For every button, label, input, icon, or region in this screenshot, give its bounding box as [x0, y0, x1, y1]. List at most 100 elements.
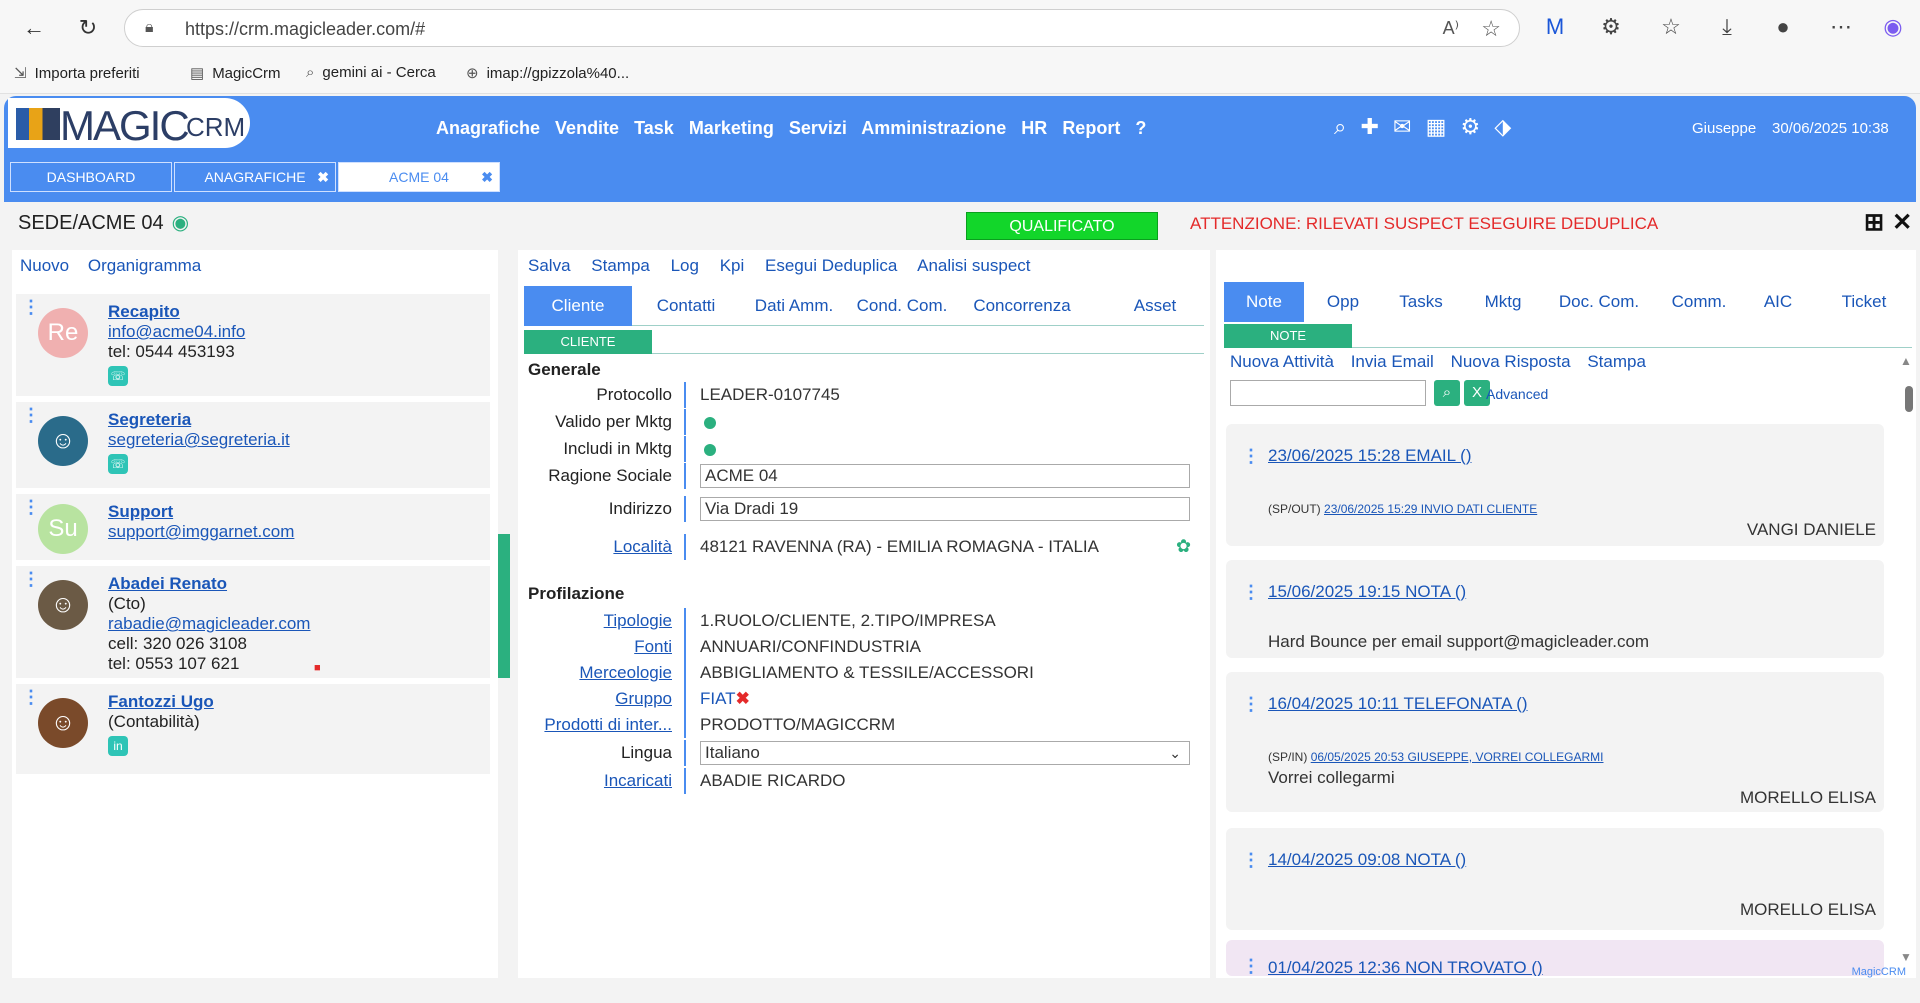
address-bar[interactable]: 🔒︎ https://crm.magicleader.com/# A⁾ ☆ [124, 9, 1520, 47]
nuovo-link[interactable]: Nuovo [20, 256, 69, 275]
menu-marketing[interactable]: Marketing [689, 118, 774, 138]
contact-email[interactable]: rabadie@magicleader.com [108, 614, 310, 634]
advanced-search-link[interactable]: Advanced [1486, 386, 1548, 402]
expand-icon[interactable]: ⊞ [1864, 209, 1884, 236]
tab-dati-amm[interactable]: Dati Amm. [742, 286, 846, 326]
tab-acme-04[interactable]: ACME 04 ✖ [338, 162, 500, 192]
menu-anagrafiche[interactable]: Anagrafiche [436, 118, 540, 138]
tab-cond-com[interactable]: Cond. Com. [848, 286, 956, 326]
contact-name[interactable]: Fantozzi Ugo [108, 692, 214, 712]
tipologie-link[interactable]: Tipologie [524, 611, 672, 631]
tab-mktg[interactable]: Mktg [1468, 282, 1538, 322]
status-dot-icon[interactable] [704, 417, 716, 429]
activity-title[interactable]: 01/04/2025 12:36 NON TROVATO () [1268, 958, 1543, 976]
tab-asset[interactable]: Asset [1120, 286, 1190, 326]
refresh-icon[interactable]: ↻ [74, 14, 102, 42]
back-icon[interactable]: ← [20, 14, 48, 42]
kebab-menu-icon[interactable]: ⋮ [1242, 446, 1260, 467]
gruppo-value-link[interactable]: FIAT [700, 689, 736, 708]
activity-title[interactable]: 14/04/2025 09:08 NOTA () [1268, 850, 1466, 870]
stampa-link[interactable]: Stampa [1587, 352, 1646, 371]
menu-amministrazione[interactable]: Amministrazione [861, 118, 1006, 138]
close-icon[interactable]: ✕ [1892, 209, 1912, 236]
linkedin-icon[interactable]: in [108, 736, 128, 756]
copilot-icon[interactable]: ◉ [1878, 14, 1908, 40]
tag-icon[interactable]: ⬗ [1494, 114, 1511, 139]
kebab-menu-icon[interactable]: ⋮ [22, 570, 40, 588]
more-menu-icon[interactable]: ⋯ [1826, 14, 1856, 40]
bookmark-imap[interactable]: ⊕ imap://gpizzola%40... [466, 64, 629, 82]
activity-title[interactable]: 16/04/2025 10:11 TELEFONATA () [1268, 694, 1528, 714]
invia-email-link[interactable]: Invia Email [1351, 352, 1434, 371]
contact-name[interactable]: Support [108, 502, 294, 522]
contact-email[interactable]: support@imggarnet.com [108, 522, 294, 542]
kebab-menu-icon[interactable]: ⋮ [1242, 694, 1260, 715]
extensions-icon[interactable]: ⚙ [1596, 14, 1626, 40]
esegui-deduplica-link[interactable]: Esegui Deduplica [765, 256, 897, 275]
bookmark-magiccrm[interactable]: ▤ MagicCrm [190, 64, 281, 82]
favorites-icon[interactable]: ☆ [1656, 14, 1686, 40]
menu-hr[interactable]: HR [1021, 118, 1047, 138]
kebab-menu-icon[interactable]: ⋮ [1242, 956, 1260, 976]
activity-sub-link[interactable]: 23/06/2025 15:29 INVIO DATI CLIENTE [1324, 502, 1537, 516]
nuova-risposta-link[interactable]: Nuova Risposta [1451, 352, 1571, 371]
incaricati-link[interactable]: Incaricati [524, 771, 672, 791]
kebab-menu-icon[interactable]: ⋮ [22, 498, 40, 516]
whatsapp-icon[interactable]: ☏ [108, 454, 128, 474]
profile-icon[interactable]: ● [1768, 14, 1798, 40]
gruppo-link[interactable]: Gruppo [524, 689, 672, 709]
tab-comm[interactable]: Comm. [1656, 282, 1742, 322]
tab-aic[interactable]: AIC [1746, 282, 1810, 322]
user-name[interactable]: Giuseppe [1692, 120, 1756, 137]
tab-tasks[interactable]: Tasks [1384, 282, 1458, 322]
localita-link[interactable]: Località [524, 537, 672, 557]
favorite-star-icon[interactable]: ☆ [1481, 16, 1501, 42]
stampa-link[interactable]: Stampa [591, 256, 650, 275]
bookmark-import[interactable]: ⇲ Importa preferiti [14, 64, 140, 82]
tab-cliente[interactable]: Cliente [524, 286, 632, 326]
map-pin-icon[interactable]: ✿ [1176, 536, 1191, 557]
read-aloud-icon[interactable]: A⁾ [1443, 18, 1459, 39]
downloads-icon[interactable]: ⤓ [1712, 14, 1742, 40]
log-link[interactable]: Log [671, 256, 699, 275]
merceologie-link[interactable]: Merceologie [524, 663, 672, 683]
menu-report[interactable]: Report [1062, 118, 1120, 138]
contact-email[interactable]: info@acme04.info [108, 322, 245, 342]
status-dot-icon[interactable] [704, 444, 716, 456]
ragione-sociale-input[interactable]: ACME 04 [700, 464, 1190, 488]
contact-name[interactable]: Segreteria [108, 410, 290, 430]
indirizzo-input[interactable]: Via Dradi 19 [700, 497, 1190, 521]
collapse-handle[interactable] [498, 534, 510, 678]
fonti-link[interactable]: Fonti [524, 637, 672, 657]
remove-icon[interactable]: ✖ [736, 689, 750, 708]
copilot-extension-icon[interactable]: M [1540, 14, 1570, 40]
kpi-link[interactable]: Kpi [720, 256, 745, 275]
calendar-icon[interactable]: ▦ [1426, 114, 1447, 139]
tab-note[interactable]: Note [1224, 282, 1304, 322]
prodotti-link[interactable]: Prodotti di inter... [524, 715, 672, 735]
tab-dashboard[interactable]: DASHBOARD [10, 162, 172, 192]
menu-servizi[interactable]: Servizi [789, 118, 847, 138]
mail-icon[interactable]: ✉ [1393, 114, 1411, 139]
tab-doc-com[interactable]: Doc. Com. [1546, 282, 1652, 322]
menu-task[interactable]: Task [634, 118, 674, 138]
tab-contatti[interactable]: Contatti [636, 286, 736, 326]
notes-search-input[interactable] [1230, 380, 1426, 406]
tab-ticket[interactable]: Ticket [1824, 282, 1904, 322]
kebab-menu-icon[interactable]: ⋮ [1242, 582, 1260, 603]
scrollbar-thumb[interactable] [1905, 386, 1913, 412]
magiccrm-logo[interactable]: MAGIC CRM [8, 98, 250, 149]
contact-name[interactable]: Recapito [108, 302, 245, 322]
tab-opp[interactable]: Opp [1310, 282, 1376, 322]
close-icon[interactable]: ✖ [481, 163, 493, 191]
activity-title[interactable]: 15/06/2025 19:15 NOTA () [1268, 582, 1466, 602]
salva-link[interactable]: Salva [528, 256, 571, 275]
search-icon[interactable]: ⌕ [1334, 114, 1346, 139]
kebab-menu-icon[interactable]: ⋮ [1242, 850, 1260, 871]
contact-name[interactable]: Abadei Renato [108, 574, 310, 594]
organigramma-link[interactable]: Organigramma [88, 256, 201, 275]
scroll-up-icon[interactable]: ▲ [1900, 354, 1912, 368]
kebab-menu-icon[interactable]: ⋮ [22, 298, 40, 316]
plus-icon[interactable]: ✚ [1360, 114, 1378, 139]
kebab-menu-icon[interactable]: ⋮ [22, 406, 40, 424]
